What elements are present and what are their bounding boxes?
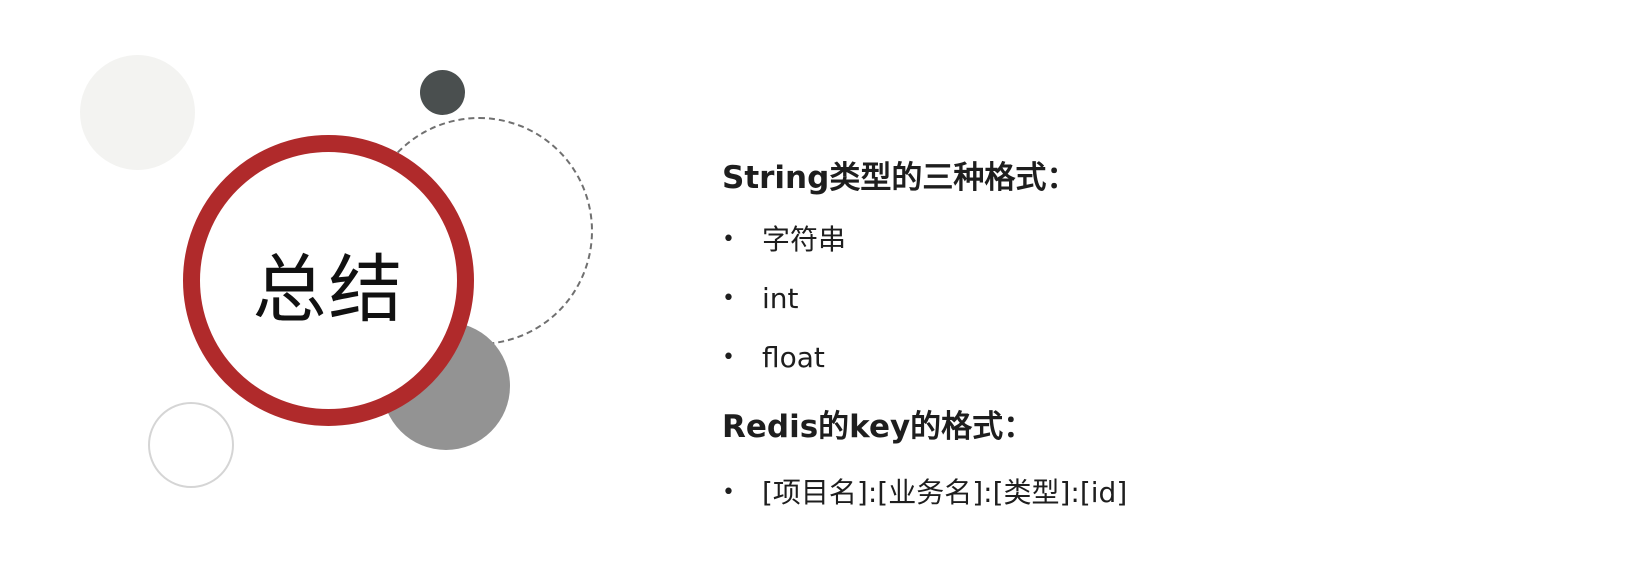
list-item-text: int xyxy=(762,282,799,315)
title-ring: 总结 xyxy=(183,135,474,426)
list-item: • int xyxy=(722,269,1602,328)
decoration-outline-circle xyxy=(148,402,234,488)
decoration-dark-dot xyxy=(420,70,465,115)
decoration-light-gray-circle xyxy=(80,55,195,170)
summary-content: String类型的三种格式： • 字符串 • int • float Redis… xyxy=(722,150,1602,522)
redis-key-format-heading: Redis的key的格式： xyxy=(722,409,1035,445)
bullet-icon: • xyxy=(722,345,735,370)
list-item: • float xyxy=(722,328,1602,387)
bullet-icon: • xyxy=(722,227,735,252)
list-item-text: 字符串 xyxy=(762,223,847,256)
string-formats-list: • 字符串 • int • float xyxy=(722,210,1602,387)
string-formats-heading: String类型的三种格式： xyxy=(722,160,1078,196)
list-item: • [项目名]:[业务名]:[类型]:[id] xyxy=(722,463,1602,522)
bullet-icon: • xyxy=(722,286,735,311)
redis-key-format-list: • [项目名]:[业务名]:[类型]:[id] xyxy=(722,463,1602,522)
bullet-icon: • xyxy=(722,480,735,505)
list-item: • 字符串 xyxy=(722,210,1602,269)
list-item-text: float xyxy=(762,341,825,374)
slide-title: 总结 xyxy=(252,247,405,333)
list-item-text: [项目名]:[业务名]:[类型]:[id] xyxy=(762,476,1128,509)
